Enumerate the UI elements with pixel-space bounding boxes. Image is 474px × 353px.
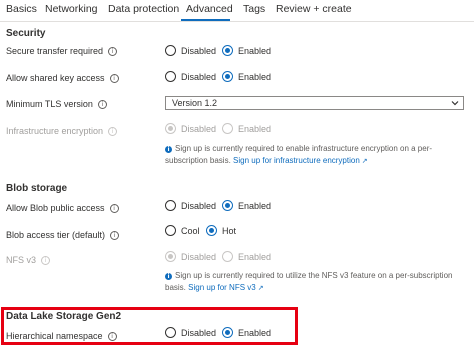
section-title-data-lake: Data Lake Storage Gen2 bbox=[6, 311, 122, 322]
shared-key-enabled-label: Enabled bbox=[238, 72, 272, 82]
external-link-icon[interactable]: ↗ bbox=[362, 156, 368, 168]
hns-enabled-radio[interactable] bbox=[222, 327, 233, 338]
tls-label-text: Minimum TLS version bbox=[6, 99, 93, 109]
secure-transfer-enabled-label: Enabled bbox=[238, 46, 272, 56]
tls-label: Minimum TLS version i bbox=[6, 99, 107, 109]
nfs-v3-disabled-label: Disabled bbox=[181, 252, 217, 262]
tls-version-value: Version 1.2 bbox=[172, 98, 218, 108]
tab-review-create[interactable]: Review + create bbox=[276, 3, 352, 15]
secure-transfer-label-text: Secure transfer required bbox=[6, 46, 104, 56]
infra-encryption-note-text-2: subscription basis. bbox=[165, 156, 231, 165]
shared-key-disabled-label: Disabled bbox=[181, 72, 217, 82]
nfs-v3-enabled-radio bbox=[222, 251, 233, 262]
secure-transfer-disabled-label: Disabled bbox=[181, 46, 217, 56]
info-icon[interactable]: i bbox=[110, 230, 120, 240]
secure-transfer-label: Secure transfer required i bbox=[6, 46, 118, 56]
infra-encryption-disabled-radio bbox=[165, 123, 176, 134]
info-icon: i bbox=[41, 255, 51, 265]
info-icon[interactable]: i bbox=[107, 331, 117, 341]
shared-key-enabled-radio[interactable] bbox=[222, 71, 233, 82]
tab-advanced[interactable]: Advanced bbox=[186, 3, 233, 15]
infra-encryption-label-text: Infrastructure encryption bbox=[6, 126, 104, 136]
shared-key-label: Allow shared key access i bbox=[6, 73, 119, 83]
infra-encryption-signup-link[interactable]: Sign up for infrastructure encryption bbox=[233, 156, 360, 165]
external-link-icon[interactable]: ↗ bbox=[258, 283, 264, 295]
blob-public-access-disabled-radio[interactable] bbox=[165, 200, 176, 211]
infra-encryption-note: i Sign up is currently required to enable… bbox=[165, 143, 460, 168]
info-icon: i bbox=[165, 146, 172, 153]
chevron-down-icon bbox=[451, 101, 459, 106]
access-tier-hot-radio[interactable] bbox=[206, 225, 217, 236]
access-tier-hot-label: Hot bbox=[222, 226, 237, 236]
section-title-security: Security bbox=[6, 28, 46, 39]
blob-access-tier-label-text: Blob access tier (default) bbox=[6, 230, 106, 240]
blob-public-access-enabled-radio[interactable] bbox=[222, 200, 233, 211]
tab-bar-divider bbox=[0, 21, 474, 22]
tab-networking[interactable]: Networking bbox=[45, 3, 98, 15]
hierarchical-namespace-label: Hierarchical namespace i bbox=[6, 331, 117, 341]
blob-public-access-enabled-label: Enabled bbox=[238, 201, 272, 211]
tab-data-protection[interactable]: Data protection bbox=[108, 3, 179, 15]
secure-transfer-enabled-radio[interactable] bbox=[222, 45, 233, 56]
shared-key-disabled-radio[interactable] bbox=[165, 71, 176, 82]
tab-tags[interactable]: Tags bbox=[243, 3, 265, 15]
nfs-v3-enabled-label: Enabled bbox=[238, 252, 272, 262]
nfs-v3-note-text-2: basis. bbox=[165, 283, 186, 292]
nfs-v3-note: i Sign up is currently required to utiliz… bbox=[165, 270, 460, 295]
info-icon[interactable]: i bbox=[97, 99, 107, 109]
nfs-v3-signup-link[interactable]: Sign up for NFS v3 bbox=[188, 283, 256, 292]
nfs-v3-disabled-radio bbox=[165, 251, 176, 262]
info-icon: i bbox=[165, 273, 172, 280]
access-tier-cool-label: Cool bbox=[181, 226, 200, 236]
nfs-v3-note-text-1: Sign up is currently required to utilize… bbox=[175, 271, 453, 280]
nfs-v3-label: NFS v3 i bbox=[6, 255, 51, 265]
hns-disabled-label: Disabled bbox=[181, 328, 217, 338]
infra-encryption-note-text-1: Sign up is currently required to enable … bbox=[175, 144, 433, 153]
infra-encryption-enabled-label: Enabled bbox=[238, 124, 272, 134]
blob-public-access-label-text: Allow Blob public access bbox=[6, 203, 105, 213]
access-tier-cool-radio[interactable] bbox=[165, 225, 176, 236]
info-icon: i bbox=[108, 126, 118, 136]
blob-public-access-disabled-label: Disabled bbox=[181, 201, 217, 211]
info-icon[interactable]: i bbox=[109, 73, 119, 83]
section-title-blob-storage: Blob storage bbox=[6, 183, 68, 194]
hierarchical-namespace-label-text: Hierarchical namespace bbox=[6, 331, 103, 341]
hns-disabled-radio[interactable] bbox=[165, 327, 176, 338]
tab-basics[interactable]: Basics bbox=[6, 3, 37, 15]
shared-key-label-text: Allow shared key access bbox=[6, 73, 105, 83]
blob-access-tier-label: Blob access tier (default) i bbox=[6, 230, 120, 240]
secure-transfer-disabled-radio[interactable] bbox=[165, 45, 176, 56]
infra-encryption-enabled-radio bbox=[222, 123, 233, 134]
tls-version-select[interactable]: Version 1.2 bbox=[165, 96, 464, 110]
blob-public-access-label: Allow Blob public access i bbox=[6, 203, 119, 213]
info-icon[interactable]: i bbox=[108, 46, 118, 56]
nfs-v3-label-text: NFS v3 bbox=[6, 255, 37, 265]
infra-encryption-disabled-label: Disabled bbox=[181, 124, 217, 134]
hns-enabled-label: Enabled bbox=[238, 328, 272, 338]
infra-encryption-label: Infrastructure encryption i bbox=[6, 126, 118, 136]
info-icon[interactable]: i bbox=[109, 203, 119, 213]
